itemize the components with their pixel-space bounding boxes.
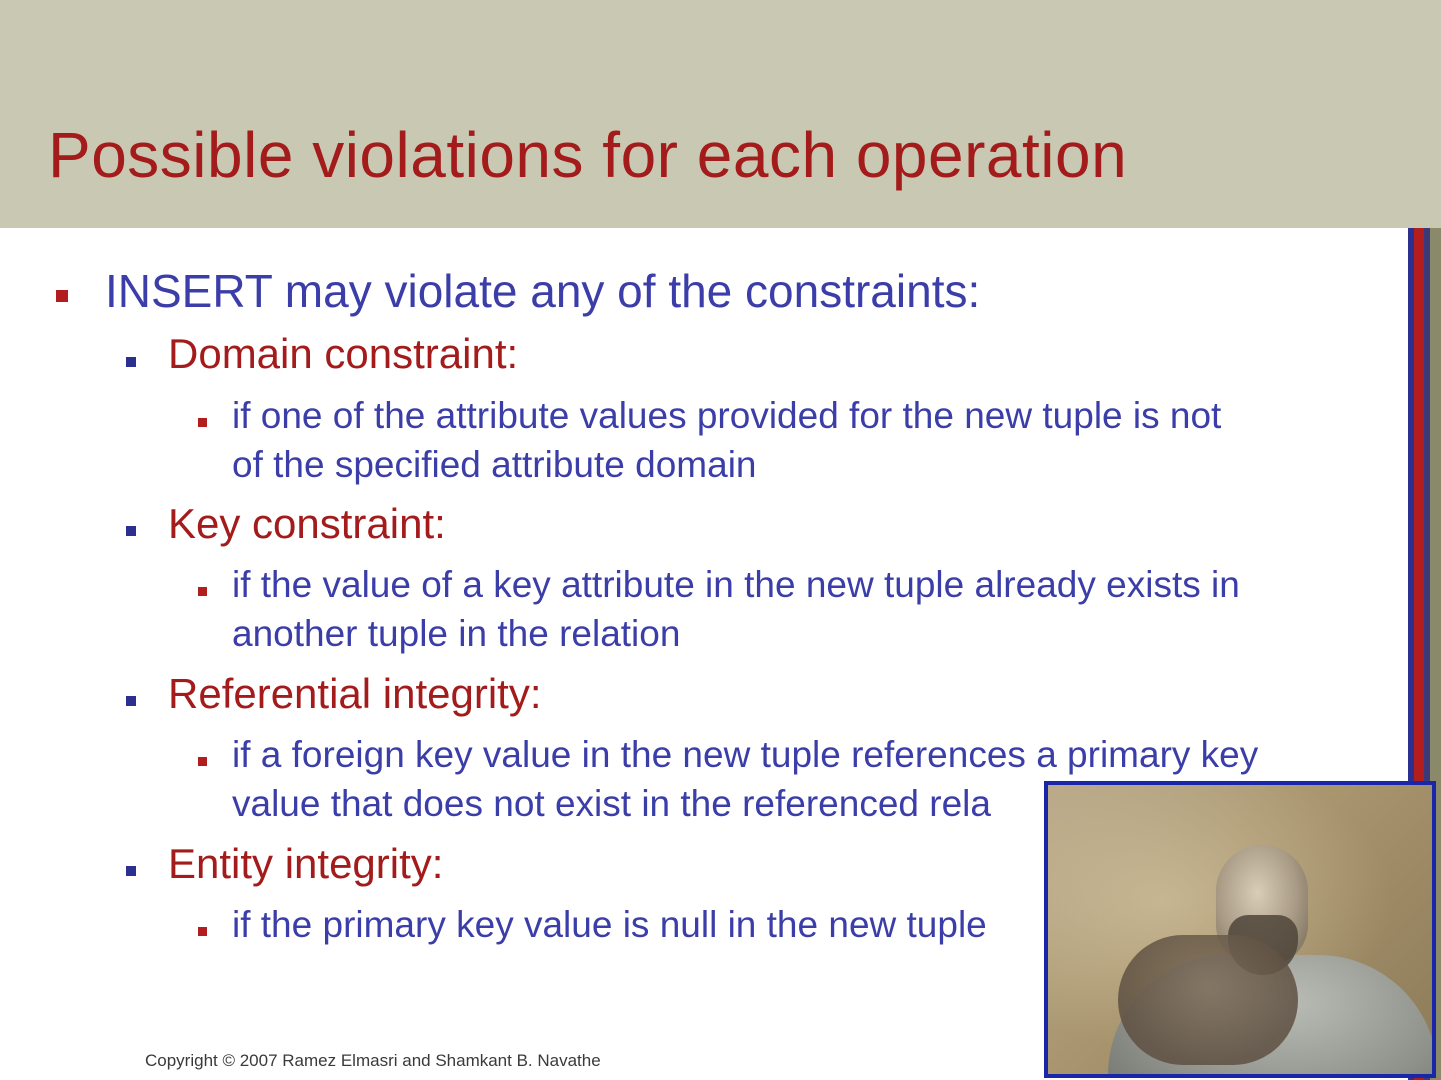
entity-detail-line-1: if the primary key value is null in the … xyxy=(232,904,987,945)
slide-title: Possible violations for each operation xyxy=(48,119,1128,191)
bullet-square-icon xyxy=(198,927,207,936)
slide: Possible violations for each operation I… xyxy=(0,0,1441,1080)
webcam-overlay[interactable] xyxy=(1044,781,1436,1078)
presenter-hand xyxy=(1118,935,1298,1065)
copyright-footer: Copyright © 2007 Ramez Elmasri and Shamk… xyxy=(145,1051,601,1070)
title-band: Possible violations for each operation xyxy=(0,0,1441,228)
